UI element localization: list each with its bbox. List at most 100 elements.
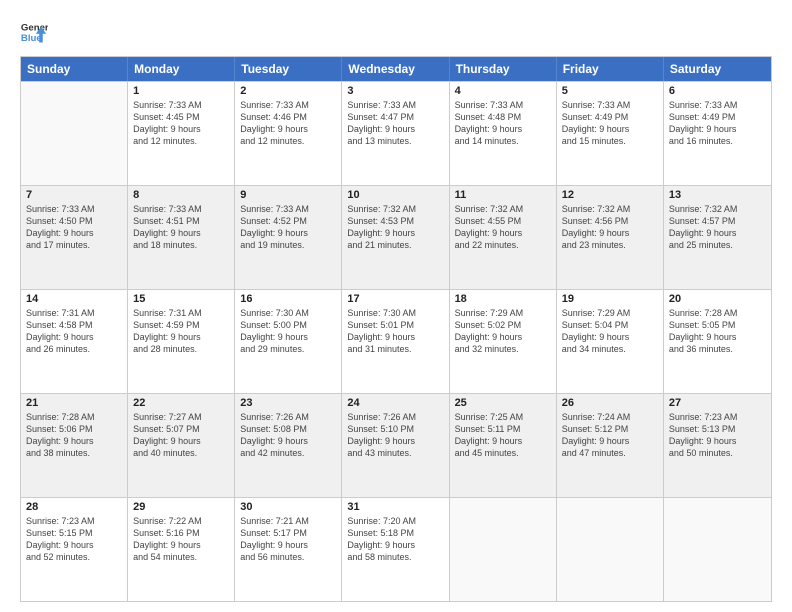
day-number: 25 [455, 397, 551, 409]
day-info: Sunrise: 7:30 AM Sunset: 5:01 PM Dayligh… [347, 307, 443, 356]
weekday-header-thursday: Thursday [450, 57, 557, 81]
logo: General Blue [20, 18, 48, 46]
day-info: Sunrise: 7:28 AM Sunset: 5:05 PM Dayligh… [669, 307, 766, 356]
calendar-cell: 12 Sunrise: 7:32 AM Sunset: 4:56 PM Dayli… [557, 186, 664, 289]
day-number: 29 [133, 501, 229, 513]
day-number: 8 [133, 189, 229, 201]
calendar-cell: 30 Sunrise: 7:21 AM Sunset: 5:17 PM Dayli… [235, 498, 342, 601]
day-info: Sunrise: 7:21 AM Sunset: 5:17 PM Dayligh… [240, 515, 336, 564]
calendar-cell: 6Sunrise: 7:33 AM Sunset: 4:49 PM Daylig… [664, 82, 771, 185]
day-number: 27 [669, 397, 766, 409]
calendar-cell: 31Sunrise: 7:20 AM Sunset: 5:18 PM Dayli… [342, 498, 449, 601]
day-number: 13 [669, 189, 766, 201]
calendar-row-1: 1Sunrise: 7:33 AM Sunset: 4:45 PM Daylig… [21, 81, 771, 185]
day-info: Sunrise: 7:22 AM Sunset: 5:16 PM Dayligh… [133, 515, 229, 564]
weekday-header-monday: Monday [128, 57, 235, 81]
day-number: 11 [455, 189, 551, 201]
day-info: Sunrise: 7:23 AM Sunset: 5:13 PM Dayligh… [669, 411, 766, 460]
day-info: Sunrise: 7:33 AM Sunset: 4:46 PM Dayligh… [240, 99, 336, 148]
day-info: Sunrise: 7:33 AM Sunset: 4:49 PM Dayligh… [562, 99, 658, 148]
day-info: Sunrise: 7:29 AM Sunset: 5:04 PM Dayligh… [562, 307, 658, 356]
calendar-cell: 8 Sunrise: 7:33 AM Sunset: 4:51 PM Daylig… [128, 186, 235, 289]
day-info: Sunrise: 7:33 AM Sunset: 4:51 PM Dayligh… [133, 203, 229, 252]
day-number: 19 [562, 293, 658, 305]
day-number: 30 [240, 501, 336, 513]
logo-icon: General Blue [20, 18, 48, 46]
calendar-cell: 15Sunrise: 7:31 AM Sunset: 4:59 PM Dayli… [128, 290, 235, 393]
day-info: Sunrise: 7:31 AM Sunset: 4:58 PM Dayligh… [26, 307, 122, 356]
day-number: 31 [347, 501, 443, 513]
calendar-cell: 1Sunrise: 7:33 AM Sunset: 4:45 PM Daylig… [128, 82, 235, 185]
calendar-cell: 17 Sunrise: 7:30 AM Sunset: 5:01 PM Dayli… [342, 290, 449, 393]
day-number: 22 [133, 397, 229, 409]
calendar-cell: 5 Sunrise: 7:33 AM Sunset: 4:49 PM Daylig… [557, 82, 664, 185]
day-info: Sunrise: 7:27 AM Sunset: 5:07 PM Dayligh… [133, 411, 229, 460]
calendar-cell: 16 Sunrise: 7:30 AM Sunset: 5:00 PM Dayli… [235, 290, 342, 393]
day-number: 10 [347, 189, 443, 201]
calendar-cell: 3Sunrise: 7:33 AM Sunset: 4:47 PM Daylig… [342, 82, 449, 185]
day-number: 26 [562, 397, 658, 409]
calendar-cell: 7 Sunrise: 7:33 AM Sunset: 4:50 PM Daylig… [21, 186, 128, 289]
day-number: 4 [455, 85, 551, 97]
calendar-cell: 10 Sunrise: 7:32 AM Sunset: 4:53 PM Dayli… [342, 186, 449, 289]
calendar-cell: 18Sunrise: 7:29 AM Sunset: 5:02 PM Dayli… [450, 290, 557, 393]
calendar-cell [21, 82, 128, 185]
day-number: 2 [240, 85, 336, 97]
calendar-cell: 20Sunrise: 7:28 AM Sunset: 5:05 PM Dayli… [664, 290, 771, 393]
day-info: Sunrise: 7:26 AM Sunset: 5:10 PM Dayligh… [347, 411, 443, 460]
calendar-cell: 4 Sunrise: 7:33 AM Sunset: 4:48 PM Daylig… [450, 82, 557, 185]
weekday-header-tuesday: Tuesday [235, 57, 342, 81]
day-number: 6 [669, 85, 766, 97]
day-number: 18 [455, 293, 551, 305]
calendar-cell [557, 498, 664, 601]
day-info: Sunrise: 7:33 AM Sunset: 4:52 PM Dayligh… [240, 203, 336, 252]
calendar-row-4: 21 Sunrise: 7:28 AM Sunset: 5:06 PM Dayli… [21, 393, 771, 497]
calendar-cell: 21 Sunrise: 7:28 AM Sunset: 5:06 PM Dayli… [21, 394, 128, 497]
day-info: Sunrise: 7:33 AM Sunset: 4:50 PM Dayligh… [26, 203, 122, 252]
calendar-cell: 14Sunrise: 7:31 AM Sunset: 4:58 PM Dayli… [21, 290, 128, 393]
calendar-cell: 19 Sunrise: 7:29 AM Sunset: 5:04 PM Dayli… [557, 290, 664, 393]
day-info: Sunrise: 7:25 AM Sunset: 5:11 PM Dayligh… [455, 411, 551, 460]
calendar-cell: 26 Sunrise: 7:24 AM Sunset: 5:12 PM Dayli… [557, 394, 664, 497]
day-info: Sunrise: 7:32 AM Sunset: 4:55 PM Dayligh… [455, 203, 551, 252]
day-info: Sunrise: 7:32 AM Sunset: 4:57 PM Dayligh… [669, 203, 766, 252]
calendar-cell: 11 Sunrise: 7:32 AM Sunset: 4:55 PM Dayli… [450, 186, 557, 289]
calendar-cell: 28 Sunrise: 7:23 AM Sunset: 5:15 PM Dayli… [21, 498, 128, 601]
day-info: Sunrise: 7:30 AM Sunset: 5:00 PM Dayligh… [240, 307, 336, 356]
calendar-cell: 9Sunrise: 7:33 AM Sunset: 4:52 PM Daylig… [235, 186, 342, 289]
day-number: 12 [562, 189, 658, 201]
calendar-cell: 29 Sunrise: 7:22 AM Sunset: 5:16 PM Dayli… [128, 498, 235, 601]
calendar-row-3: 14Sunrise: 7:31 AM Sunset: 4:58 PM Dayli… [21, 289, 771, 393]
day-number: 23 [240, 397, 336, 409]
day-number: 24 [347, 397, 443, 409]
day-number: 17 [347, 293, 443, 305]
day-info: Sunrise: 7:28 AM Sunset: 5:06 PM Dayligh… [26, 411, 122, 460]
day-info: Sunrise: 7:33 AM Sunset: 4:47 PM Dayligh… [347, 99, 443, 148]
calendar-cell: 22 Sunrise: 7:27 AM Sunset: 5:07 PM Dayli… [128, 394, 235, 497]
day-number: 16 [240, 293, 336, 305]
day-info: Sunrise: 7:24 AM Sunset: 5:12 PM Dayligh… [562, 411, 658, 460]
calendar-cell: 2 Sunrise: 7:33 AM Sunset: 4:46 PM Daylig… [235, 82, 342, 185]
day-info: Sunrise: 7:32 AM Sunset: 4:53 PM Dayligh… [347, 203, 443, 252]
weekday-header-wednesday: Wednesday [342, 57, 449, 81]
svg-text:Blue: Blue [21, 33, 42, 44]
day-info: Sunrise: 7:32 AM Sunset: 4:56 PM Dayligh… [562, 203, 658, 252]
calendar-cell: 24 Sunrise: 7:26 AM Sunset: 5:10 PM Dayli… [342, 394, 449, 497]
day-number: 1 [133, 85, 229, 97]
weekday-header-friday: Friday [557, 57, 664, 81]
calendar-cell [664, 498, 771, 601]
calendar-cell: 13 Sunrise: 7:32 AM Sunset: 4:57 PM Dayli… [664, 186, 771, 289]
calendar-header-row: SundayMondayTuesdayWednesdayThursdayFrid… [21, 57, 771, 81]
page: General Blue SundayMondayTuesdayWednesda… [0, 0, 792, 612]
day-number: 15 [133, 293, 229, 305]
day-info: Sunrise: 7:23 AM Sunset: 5:15 PM Dayligh… [26, 515, 122, 564]
day-number: 28 [26, 501, 122, 513]
day-number: 7 [26, 189, 122, 201]
calendar-cell: 27 Sunrise: 7:23 AM Sunset: 5:13 PM Dayli… [664, 394, 771, 497]
day-info: Sunrise: 7:26 AM Sunset: 5:08 PM Dayligh… [240, 411, 336, 460]
calendar-cell: 25 Sunrise: 7:25 AM Sunset: 5:11 PM Dayli… [450, 394, 557, 497]
day-number: 21 [26, 397, 122, 409]
day-number: 5 [562, 85, 658, 97]
weekday-header-saturday: Saturday [664, 57, 771, 81]
day-info: Sunrise: 7:33 AM Sunset: 4:48 PM Dayligh… [455, 99, 551, 148]
